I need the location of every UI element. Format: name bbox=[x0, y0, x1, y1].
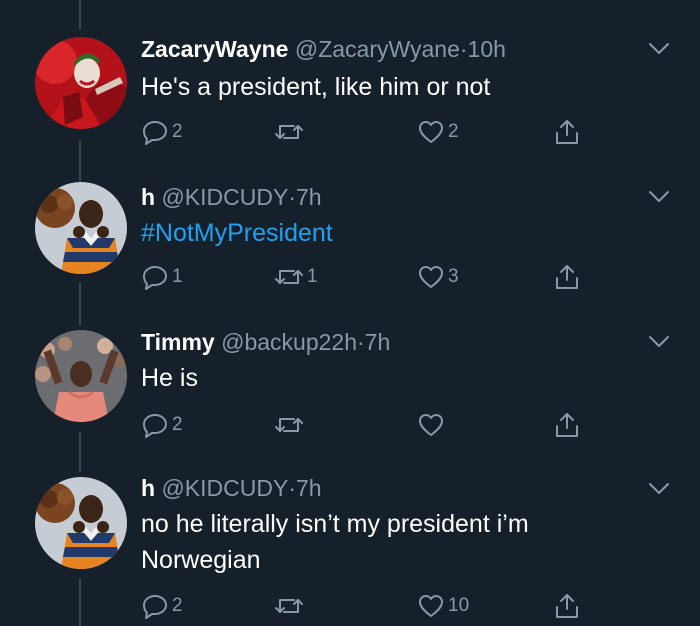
share-icon bbox=[556, 120, 578, 144]
joker-avatar-icon bbox=[35, 37, 127, 129]
retweet-count: 1 bbox=[307, 266, 318, 287]
avatar[interactable] bbox=[35, 330, 127, 422]
share-button[interactable] bbox=[553, 591, 581, 621]
reply-icon bbox=[143, 414, 167, 438]
retweet-icon bbox=[275, 599, 303, 613]
tweet-actions: 1 1 3 bbox=[141, 262, 601, 292]
avatar[interactable] bbox=[35, 37, 127, 129]
separator-dot: · bbox=[459, 36, 468, 62]
separator-dot: · bbox=[357, 329, 365, 355]
tweet-text: He is bbox=[141, 364, 198, 392]
tweet-header: ZacaryWayne @ZacaryWyane·10h bbox=[141, 35, 506, 63]
like-button[interactable] bbox=[417, 410, 448, 440]
heart-icon bbox=[419, 121, 443, 143]
tweet-text: He's a president, like him or not bbox=[141, 73, 491, 101]
chevron-down-icon[interactable] bbox=[648, 42, 670, 56]
reply-button[interactable]: 2 bbox=[141, 410, 183, 440]
bear-avatar-icon bbox=[35, 182, 127, 274]
heart-icon bbox=[419, 414, 443, 436]
timestamp[interactable]: 7h bbox=[365, 329, 391, 355]
retweet-icon bbox=[275, 418, 303, 432]
tweet-header: h @KIDCUDY·7h bbox=[141, 183, 322, 211]
like-count: 3 bbox=[448, 266, 459, 287]
share-button[interactable] bbox=[553, 410, 581, 440]
reply-count: 2 bbox=[172, 595, 183, 616]
like-button[interactable]: 10 bbox=[417, 591, 469, 621]
hashtag-link[interactable]: #NotMyPresident bbox=[141, 215, 661, 251]
timestamp[interactable]: 7h bbox=[296, 184, 322, 210]
share-icon bbox=[556, 265, 578, 289]
avatar[interactable] bbox=[35, 477, 127, 569]
retweet-button[interactable] bbox=[274, 117, 307, 147]
avatar[interactable] bbox=[35, 182, 127, 274]
reply-button[interactable]: 1 bbox=[141, 262, 183, 292]
separator-dot: · bbox=[288, 184, 296, 210]
user-handle[interactable]: @backup22h bbox=[221, 329, 357, 355]
share-button[interactable] bbox=[553, 262, 581, 292]
reply-icon bbox=[143, 595, 167, 619]
display-name[interactable]: h bbox=[141, 475, 155, 501]
reply-button[interactable]: 2 bbox=[141, 117, 183, 147]
tweet[interactable]: ZacaryWayne @ZacaryWyane·10h He's a pres… bbox=[0, 0, 700, 160]
share-button[interactable] bbox=[553, 117, 581, 147]
heart-icon bbox=[419, 266, 443, 288]
retweet-button[interactable]: 1 bbox=[274, 262, 318, 292]
user-handle[interactable]: @ZacaryWyane bbox=[295, 36, 460, 62]
tweet[interactable]: h @KIDCUDY·7h #NotMyPresident 1 1 3 bbox=[0, 160, 700, 302]
tweet-header: Timmy @backup22h·7h bbox=[141, 328, 390, 356]
share-icon bbox=[556, 594, 578, 618]
chevron-down-icon[interactable] bbox=[648, 482, 670, 496]
reply-icon bbox=[143, 266, 167, 290]
share-icon bbox=[556, 413, 578, 437]
reply-count: 1 bbox=[172, 266, 183, 287]
tweet-header: h @KIDCUDY·7h bbox=[141, 474, 322, 502]
reply-button[interactable]: 2 bbox=[141, 591, 183, 621]
tweet[interactable]: h @KIDCUDY·7h no he literally isn’t my p… bbox=[0, 452, 700, 626]
like-count: 10 bbox=[448, 595, 470, 616]
bear-avatar-icon bbox=[35, 477, 127, 569]
tweet-text: no he literally isn’t my president i’m N… bbox=[141, 510, 529, 574]
retweet-icon bbox=[275, 125, 303, 139]
display-name[interactable]: Timmy bbox=[141, 329, 215, 355]
crowd-avatar-icon bbox=[35, 330, 127, 422]
retweet-icon bbox=[275, 270, 303, 284]
retweet-button[interactable] bbox=[274, 591, 307, 621]
retweet-button[interactable] bbox=[274, 410, 307, 440]
heart-icon bbox=[419, 595, 443, 617]
tweet-actions: 2 10 bbox=[141, 591, 601, 621]
reply-icon bbox=[143, 121, 167, 145]
reply-count: 2 bbox=[172, 414, 183, 435]
like-button[interactable]: 2 bbox=[417, 117, 459, 147]
user-handle[interactable]: @KIDCUDY bbox=[161, 184, 288, 210]
timestamp[interactable]: 7h bbox=[296, 475, 322, 501]
user-handle[interactable]: @KIDCUDY bbox=[161, 475, 288, 501]
tweet-actions: 2 bbox=[141, 410, 601, 440]
like-button[interactable]: 3 bbox=[417, 262, 459, 292]
separator-dot: · bbox=[288, 475, 296, 501]
display-name[interactable]: h bbox=[141, 184, 155, 210]
tweet-actions: 2 2 bbox=[141, 117, 601, 147]
like-count: 2 bbox=[448, 121, 459, 142]
timestamp[interactable]: 10h bbox=[468, 36, 506, 62]
tweet[interactable]: Timmy @backup22h·7h He is 2 bbox=[0, 302, 700, 452]
chevron-down-icon[interactable] bbox=[648, 335, 670, 349]
display-name[interactable]: ZacaryWayne bbox=[141, 36, 288, 62]
chevron-down-icon[interactable] bbox=[648, 190, 670, 204]
reply-count: 2 bbox=[172, 121, 183, 142]
